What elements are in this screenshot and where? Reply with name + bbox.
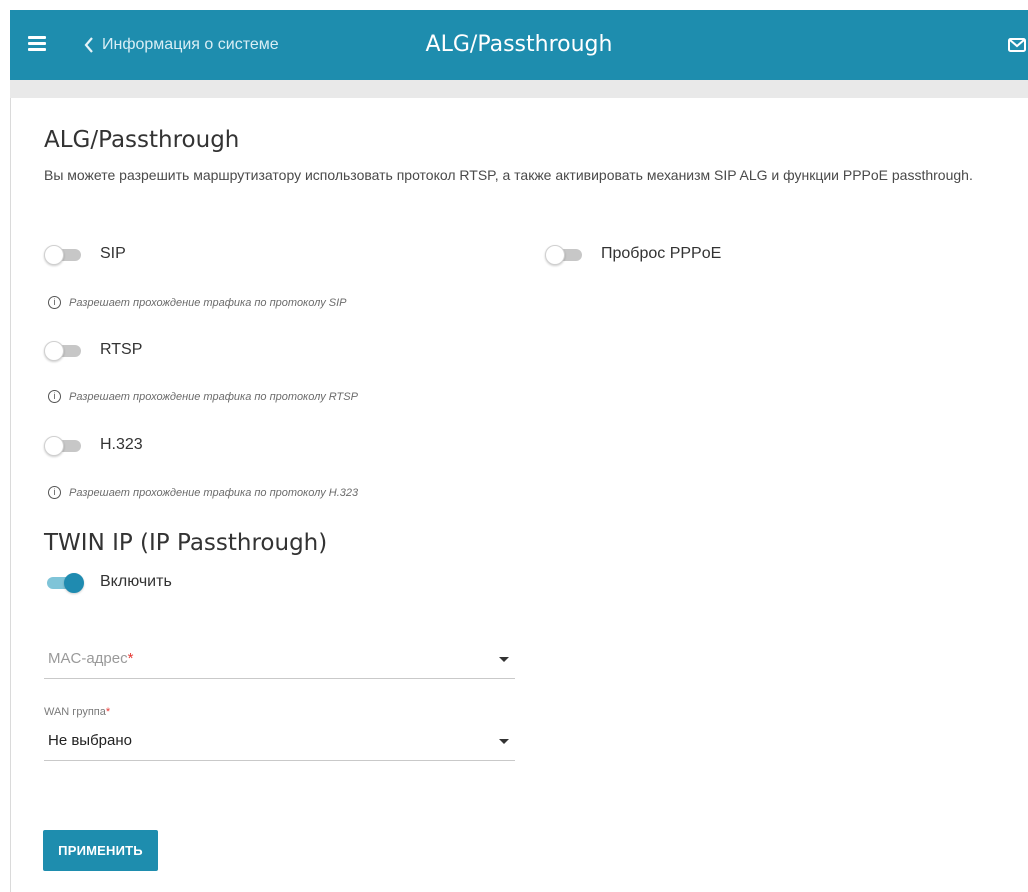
sip-toggle-row[interactable]: SIP	[44, 242, 126, 266]
twin-ip-switch[interactable]	[44, 572, 84, 593]
h323-hint-text: Разрешает прохождение трафика по протоко…	[69, 486, 359, 499]
rtsp-switch[interactable]	[44, 340, 84, 361]
chevron-left-icon	[84, 37, 93, 53]
info-icon: i	[48, 296, 61, 309]
twin-ip-enable-label: Включить	[100, 573, 172, 590]
field-underline	[44, 678, 515, 679]
content-frame-border	[10, 98, 11, 892]
twin-ip-section-title: TWIN IP (IP Passthrough)	[44, 530, 328, 556]
wan-group-label: WAN группа*	[44, 706, 111, 718]
back-button[interactable]: Информация о системе	[84, 10, 279, 80]
sip-switch[interactable]	[44, 244, 84, 265]
h323-toggle-row[interactable]: H.323	[44, 433, 143, 457]
header-shadow-band	[10, 80, 1028, 98]
rtsp-hint-text: Разрешает прохождение трафика по протоко…	[69, 390, 358, 403]
twin-ip-toggle-row[interactable]: Включить	[44, 570, 172, 594]
apply-button[interactable]: ПРИМЕНИТЬ	[43, 830, 158, 871]
info-icon: i	[48, 390, 61, 403]
h323-hint: i Разрешает прохождение трафика по прото…	[48, 486, 358, 499]
alg-description: Вы можете разрешить маршрутизатору испол…	[44, 167, 973, 183]
top-bar: Информация о системе ALG/Passthrough	[10, 10, 1028, 80]
dropdown-arrow-icon	[499, 657, 509, 662]
sip-hint: i Разрешает прохождение трафика по прото…	[48, 296, 347, 309]
pppoe-label: Проброс PPPoE	[601, 245, 722, 262]
rtsp-toggle-row[interactable]: RTSP	[44, 338, 142, 362]
pppoe-switch[interactable]	[545, 244, 585, 265]
rtsp-hint: i Разрешает прохождение трафика по прото…	[48, 390, 358, 403]
field-underline	[44, 760, 515, 761]
sip-label: SIP	[100, 245, 126, 262]
dropdown-arrow-icon	[499, 739, 509, 744]
rtsp-label: RTSP	[100, 341, 143, 358]
wan-group-value: Не выбрано	[48, 732, 132, 749]
sip-hint-text: Разрешает прохождение трафика по протоко…	[69, 296, 347, 309]
info-icon: i	[48, 486, 61, 499]
pppoe-toggle-row[interactable]: Проброс PPPoE	[545, 242, 721, 266]
h323-switch[interactable]	[44, 435, 84, 456]
mac-address-select[interactable]: MAC-адрес*	[44, 640, 515, 680]
mail-icon[interactable]	[1008, 36, 1026, 54]
hamburger-icon[interactable]	[28, 36, 46, 52]
mac-address-placeholder: MAC-адрес*	[48, 650, 134, 667]
wan-group-select[interactable]: Не выбрано	[44, 722, 515, 762]
back-link-label: Информация о системе	[102, 36, 279, 53]
h323-label: H.323	[100, 436, 143, 453]
alg-section-title: ALG/Passthrough	[44, 127, 240, 153]
